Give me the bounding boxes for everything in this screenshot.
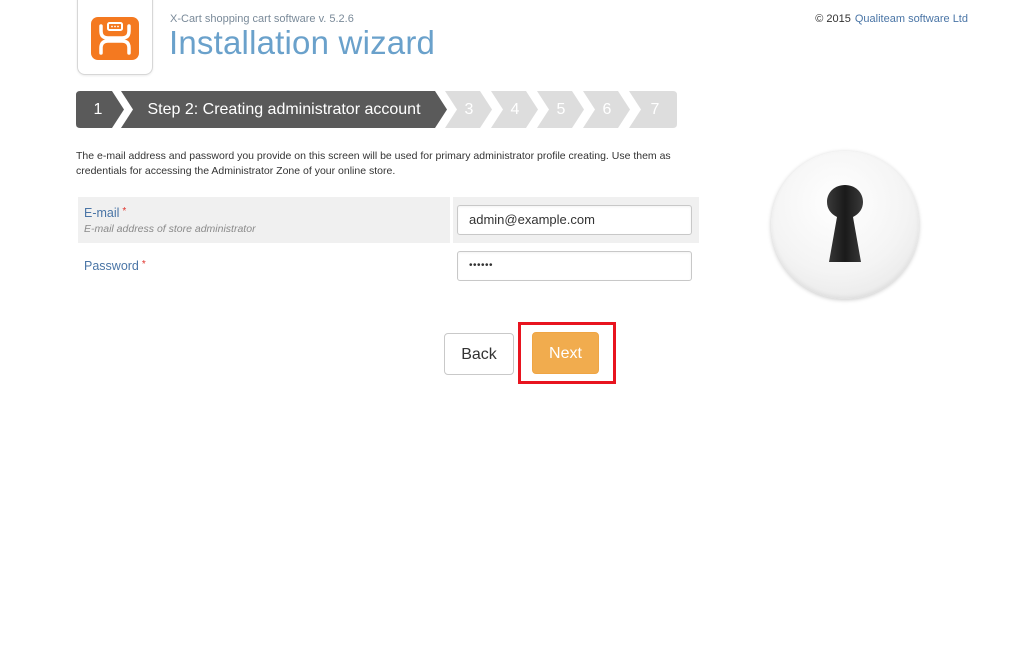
step-7: 7	[629, 91, 677, 128]
email-field[interactable]: admin@example.com	[457, 205, 692, 235]
password-field[interactable]: ••••••	[457, 251, 692, 281]
email-label: E-mail *	[84, 206, 126, 220]
admin-account-form: E-mail * E-mail address of store administ…	[78, 197, 700, 289]
email-label-text: E-mail	[84, 206, 120, 220]
password-label-text: Password	[84, 259, 139, 273]
required-mark: *	[122, 206, 127, 217]
copyright: © 2015 Qualiteam software Ltd	[815, 13, 968, 25]
password-label: Password *	[84, 259, 146, 273]
x-cart-logo-icon	[91, 17, 139, 60]
step-label: 6	[602, 101, 612, 118]
copyright-year: © 2015	[815, 13, 851, 25]
password-label-cell: Password *	[78, 243, 450, 289]
back-button[interactable]: Back	[444, 333, 514, 375]
password-row: Password * ••••••	[78, 243, 700, 289]
step-label: Step 2: Creating administrator account	[147, 101, 421, 118]
step-3: 3	[445, 91, 492, 128]
required-mark: *	[141, 259, 146, 270]
step-label: 1	[93, 101, 103, 118]
keyhole-icon	[827, 185, 863, 262]
email-input-cell: admin@example.com	[453, 197, 699, 243]
step-label: 4	[510, 101, 520, 118]
step-label: 3	[464, 101, 474, 118]
intro-text: The e-mail address and password you prov…	[76, 150, 671, 177]
step-label: 5	[556, 101, 566, 118]
email-hint: E-mail address of store administrator	[84, 223, 256, 235]
step-5: 5	[537, 91, 584, 128]
email-row: E-mail * E-mail address of store administ…	[78, 197, 700, 243]
step-label: 7	[650, 101, 660, 118]
step-6: 6	[583, 91, 630, 128]
step-2-current: Step 2: Creating administrator account	[121, 91, 447, 128]
step-1: 1	[76, 91, 124, 128]
next-button[interactable]: Next	[532, 332, 599, 374]
company-link[interactable]: Qualiteam software Ltd	[855, 13, 968, 25]
password-input-cell: ••••••	[453, 243, 699, 289]
step-progress: 1 Step 2: Creating administrator account…	[76, 91, 696, 128]
step-4: 4	[491, 91, 538, 128]
keyhole-badge	[771, 151, 919, 299]
email-label-cell: E-mail * E-mail address of store administ…	[78, 197, 450, 243]
page-title: Installation wizard	[169, 24, 436, 61]
logo-container	[77, 0, 153, 75]
